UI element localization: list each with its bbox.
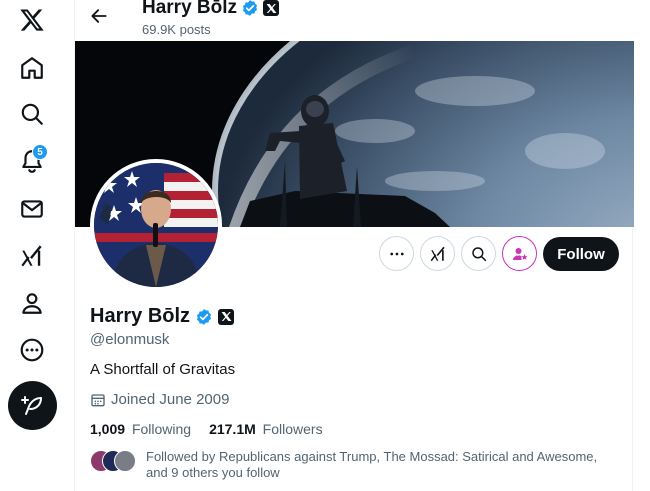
following-count: 1,009 bbox=[90, 421, 126, 437]
profile-avatar[interactable] bbox=[90, 159, 222, 291]
more-dots-icon bbox=[389, 252, 404, 255]
left-nav: 5 bbox=[0, 0, 74, 491]
x-logo-icon[interactable] bbox=[12, 0, 52, 40]
grok-icon bbox=[430, 246, 445, 261]
followers-link[interactable]: 217.1M Followers bbox=[209, 421, 323, 437]
joined-text: Joined June 2009 bbox=[111, 391, 230, 408]
joined-date: Joined June 2009 bbox=[90, 391, 229, 408]
follow-button[interactable]: Follow bbox=[543, 237, 619, 271]
followed-by-text[interactable]: Followed by Republicans against Trump, T… bbox=[146, 449, 620, 481]
x-affiliate-badge-icon[interactable] bbox=[218, 308, 235, 325]
profile-icon[interactable] bbox=[12, 283, 52, 323]
x-affiliate-badge-icon bbox=[263, 0, 280, 16]
grok-profile-button[interactable] bbox=[420, 236, 455, 271]
follow-stats: 1,009 Following 217.1M Followers bbox=[90, 421, 323, 437]
subscribe-person-star-icon bbox=[512, 247, 527, 260]
search-icon bbox=[471, 246, 486, 261]
profile-column: Harry Bōlz 69.9K posts Follow Harry Bōlz… bbox=[74, 0, 634, 491]
profile-header-bar: Harry Bōlz 69.9K posts bbox=[75, 0, 634, 41]
header-name-row: Harry Bōlz bbox=[142, 0, 280, 19]
more-icon[interactable] bbox=[12, 330, 52, 370]
subscribe-button[interactable] bbox=[502, 236, 537, 271]
followers-count: 217.1M bbox=[209, 421, 256, 437]
follower-avatar bbox=[114, 450, 136, 472]
home-icon[interactable] bbox=[12, 48, 52, 88]
verified-badge-icon[interactable] bbox=[195, 308, 213, 326]
post-button[interactable] bbox=[8, 381, 57, 430]
followed-by-row: Followed by Republicans against Trump, T… bbox=[90, 449, 620, 481]
followers-label: Followers bbox=[262, 421, 323, 437]
posts-count: 69.9K posts bbox=[142, 22, 211, 37]
header-display-name: Harry Bōlz bbox=[142, 0, 238, 18]
avatar-image bbox=[94, 163, 218, 287]
back-arrow-icon[interactable] bbox=[87, 4, 111, 28]
profile-bio: A Shortfall of Gravitas bbox=[90, 361, 236, 378]
profile-display-name: Harry Bōlz bbox=[90, 305, 191, 327]
following-label: Following bbox=[131, 421, 192, 437]
search-profile-button[interactable] bbox=[461, 236, 496, 271]
verified-badge-icon bbox=[242, 0, 258, 16]
notification-count-badge: 5 bbox=[32, 144, 48, 160]
messages-icon[interactable] bbox=[12, 189, 52, 229]
profile-name-row: Harry Bōlz bbox=[90, 305, 235, 328]
following-link[interactable]: 1,009 Following bbox=[90, 421, 191, 437]
feather-plus-icon bbox=[20, 395, 42, 415]
grok-icon[interactable] bbox=[12, 236, 52, 276]
more-options-button[interactable] bbox=[379, 236, 414, 271]
search-icon[interactable] bbox=[12, 94, 52, 134]
profile-handle: @elonmusk bbox=[90, 331, 170, 348]
followed-by-avatars[interactable] bbox=[90, 450, 138, 472]
calendar-icon bbox=[91, 393, 105, 406]
